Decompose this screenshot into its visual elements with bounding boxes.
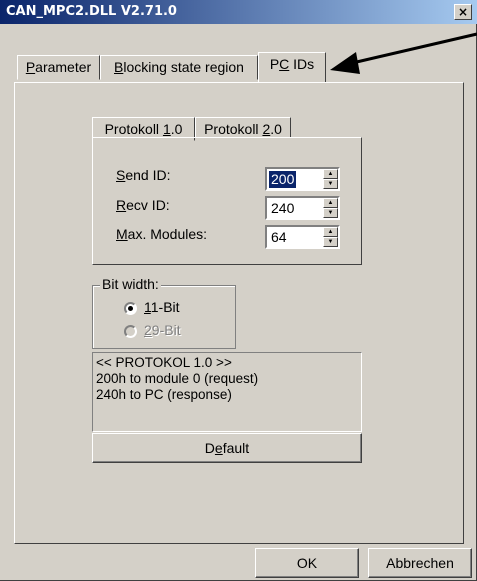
tab-parameter-label: arameter	[35, 59, 92, 75]
cancel-button[interactable]: Abbrechen	[368, 548, 472, 578]
tab-parameter-accesskey: P	[25, 59, 36, 75]
tab-pcids-label: IDs	[289, 56, 315, 72]
tab-pcids-accesskey: C	[279, 56, 290, 72]
ok-button[interactable]: OK	[255, 548, 359, 578]
window-title: CAN_MPC2.DLL V2.71.0	[6, 4, 177, 19]
annotation-arrow	[330, 32, 477, 74]
tab-blocking-label: locking state region	[123, 59, 244, 75]
tab-pc-ids[interactable]: PC IDs	[258, 52, 326, 82]
tab-blocking-accesskey: B	[114, 59, 124, 75]
arrow-shaft	[347, 32, 477, 66]
close-button[interactable]: ×	[454, 4, 472, 20]
tab-panel-pc-ids	[14, 82, 464, 544]
tab-pcids-label-pre: P	[269, 56, 280, 72]
title-bar[interactable]: CAN_MPC2.DLL V2.71.0 ×	[0, 0, 477, 24]
arrow-head	[330, 52, 360, 74]
tab-parameter[interactable]: Parameter	[17, 55, 100, 80]
dialog-window: CAN_MPC2.DLL V2.71.0 × Parameter Blockin…	[0, 0, 477, 581]
tab-blocking-state-region[interactable]: Blocking state region	[100, 55, 258, 80]
